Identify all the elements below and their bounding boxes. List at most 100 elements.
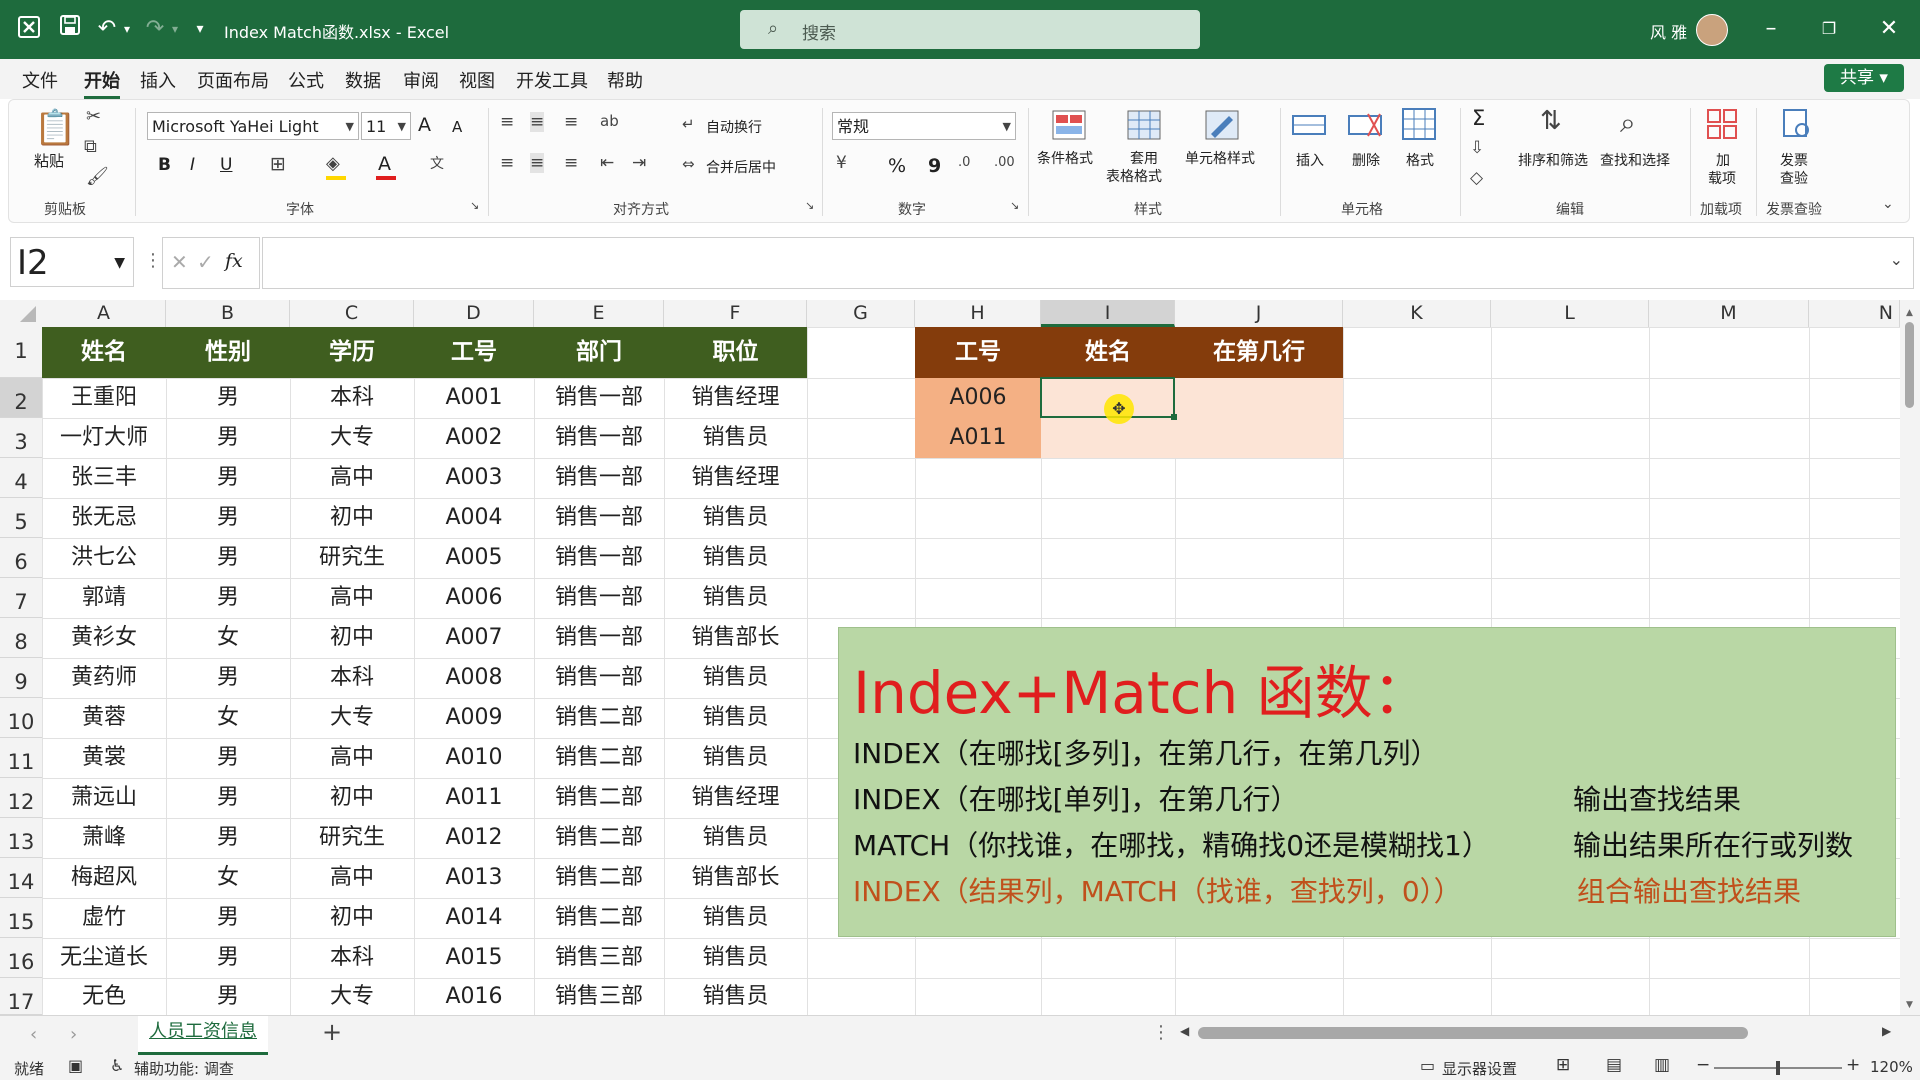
- decrease-indent-icon[interactable]: ⇤: [600, 153, 614, 173]
- menu-review[interactable]: 审阅: [403, 67, 439, 93]
- table-cell[interactable]: 销售员: [664, 818, 807, 858]
- table-cell[interactable]: 男: [166, 498, 290, 538]
- column-header[interactable]: H: [915, 300, 1041, 327]
- table-cell[interactable]: 销售二部: [534, 698, 664, 738]
- row-header[interactable]: 17: [0, 978, 42, 1015]
- table-cell[interactable]: 本科: [290, 378, 414, 418]
- table-cell[interactable]: 男: [166, 978, 290, 1015]
- table-cell[interactable]: 男: [166, 738, 290, 778]
- insert-cells-label[interactable]: 插入: [1296, 150, 1324, 170]
- select-all-button[interactable]: [0, 300, 42, 327]
- row-header[interactable]: 5: [0, 498, 42, 538]
- fill-icon[interactable]: ⇩: [1470, 138, 1484, 158]
- row-header[interactable]: 10: [0, 698, 42, 738]
- table-cell[interactable]: 销售一部: [534, 578, 664, 618]
- add-sheet-button[interactable]: +: [322, 1018, 342, 1046]
- table-cell[interactable]: 销售员: [664, 898, 807, 938]
- align-top-icon[interactable]: ≡: [500, 112, 514, 132]
- table-cell[interactable]: 本科: [290, 658, 414, 698]
- addins-label-1[interactable]: 加: [1716, 150, 1730, 170]
- table-cell[interactable]: 虚竹: [42, 898, 166, 938]
- table-cell[interactable]: 本科: [290, 938, 414, 978]
- search-box[interactable]: ⌕ 搜索: [740, 10, 1200, 49]
- table-cell[interactable]: A010: [414, 738, 534, 778]
- table-cell[interactable]: 销售员: [664, 418, 807, 458]
- table-cell[interactable]: 无尘道长: [42, 938, 166, 978]
- column-header[interactable]: L: [1491, 300, 1649, 327]
- cell-styles-icon[interactable]: [1205, 110, 1239, 146]
- table-cell[interactable]: 销售一部: [534, 378, 664, 418]
- table-header-cell[interactable]: 部门: [534, 327, 664, 378]
- table-cell[interactable]: 大专: [290, 698, 414, 738]
- table-cell[interactable]: A016: [414, 978, 534, 1015]
- table-cell[interactable]: 女: [166, 698, 290, 738]
- table-cell[interactable]: 男: [166, 898, 290, 938]
- table-cell[interactable]: 销售一部: [534, 538, 664, 578]
- lookup-id-cell[interactable]: A011: [915, 418, 1041, 458]
- table-cell[interactable]: 初中: [290, 618, 414, 658]
- display-settings-icon[interactable]: ▭: [1420, 1056, 1435, 1075]
- lookup-row-cell[interactable]: [1175, 418, 1343, 458]
- collapse-ribbon-icon[interactable]: ⌄: [1882, 196, 1894, 212]
- table-cell[interactable]: 大专: [290, 978, 414, 1015]
- fill-color-icon[interactable]: ◈: [326, 153, 340, 174]
- table-cell[interactable]: 销售二部: [534, 818, 664, 858]
- minimize-icon[interactable]: –: [1756, 14, 1786, 44]
- row-header[interactable]: 6: [0, 538, 42, 578]
- align-center-icon[interactable]: ≡: [530, 153, 545, 173]
- expand-formula-icon[interactable]: ⌄: [1890, 250, 1903, 269]
- undo-dropdown-icon[interactable]: ▾: [112, 14, 142, 44]
- orientation-icon[interactable]: ab: [600, 112, 619, 130]
- table-cell[interactable]: 销售员: [664, 498, 807, 538]
- row-header[interactable]: 4: [0, 458, 42, 498]
- row-header[interactable]: 12: [0, 778, 42, 818]
- lookup-header-cell[interactable]: 在第几行: [1175, 327, 1343, 378]
- page-layout-view-icon[interactable]: ▤: [1606, 1055, 1622, 1075]
- table-cell[interactable]: A011: [414, 778, 534, 818]
- table-cell[interactable]: 销售一部: [534, 458, 664, 498]
- table-cell[interactable]: 销售一部: [534, 658, 664, 698]
- comma-style-button[interactable]: 9: [928, 155, 941, 177]
- decrease-decimal-icon[interactable]: .00: [994, 155, 1015, 170]
- avatar[interactable]: [1696, 14, 1728, 46]
- grow-font-button[interactable]: A: [418, 114, 431, 136]
- table-cell[interactable]: 销售部长: [664, 618, 807, 658]
- format-as-table-label-2[interactable]: 表格格式: [1106, 166, 1162, 186]
- increase-indent-icon[interactable]: ⇥: [632, 153, 646, 173]
- increase-decimal-icon[interactable]: .0: [958, 155, 970, 170]
- sheet-tab-active[interactable]: 人员工资信息: [138, 1016, 268, 1055]
- column-header[interactable]: G: [807, 300, 915, 327]
- cell-styles-label[interactable]: 单元格样式: [1185, 148, 1255, 168]
- table-cell[interactable]: 男: [166, 938, 290, 978]
- next-sheet-icon[interactable]: ›: [70, 1024, 77, 1045]
- column-header-selected[interactable]: I: [1041, 300, 1175, 327]
- table-cell[interactable]: 销售三部: [534, 978, 664, 1015]
- row-header[interactable]: 11: [0, 738, 42, 778]
- table-header-cell[interactable]: 职位: [664, 327, 807, 378]
- lookup-id-cell[interactable]: A006: [915, 378, 1041, 418]
- qat-customize-icon[interactable]: ▾: [185, 14, 215, 44]
- italic-button[interactable]: I: [190, 155, 195, 175]
- addins-icon[interactable]: [1706, 108, 1738, 146]
- font-color-button[interactable]: A: [378, 153, 391, 175]
- copy-icon[interactable]: ⧉: [84, 136, 97, 157]
- table-cell[interactable]: A002: [414, 418, 534, 458]
- conditional-formatting-icon[interactable]: [1052, 110, 1086, 146]
- column-header[interactable]: A: [42, 300, 166, 327]
- table-cell[interactable]: A015: [414, 938, 534, 978]
- display-settings-label[interactable]: 显示器设置: [1442, 1058, 1517, 1079]
- vertical-scroll-thumb[interactable]: [1905, 322, 1914, 408]
- column-header[interactable]: N: [1809, 300, 1900, 327]
- scroll-down-icon[interactable]: ▼: [1906, 1000, 1913, 1010]
- table-cell[interactable]: 销售二部: [534, 898, 664, 938]
- row-header[interactable]: 13: [0, 818, 42, 858]
- table-cell[interactable]: 黄药师: [42, 658, 166, 698]
- table-cell[interactable]: 销售员: [664, 978, 807, 1015]
- format-painter-icon[interactable]: 🖌: [86, 166, 109, 187]
- restore-icon[interactable]: ❐: [1814, 14, 1844, 44]
- addins-label-2[interactable]: 载项: [1708, 168, 1736, 188]
- column-header[interactable]: C: [290, 300, 414, 327]
- table-cell[interactable]: 销售员: [664, 578, 807, 618]
- scroll-right-icon[interactable]: ▶: [1882, 1024, 1891, 1038]
- share-button[interactable]: 共享 ▾: [1824, 64, 1904, 92]
